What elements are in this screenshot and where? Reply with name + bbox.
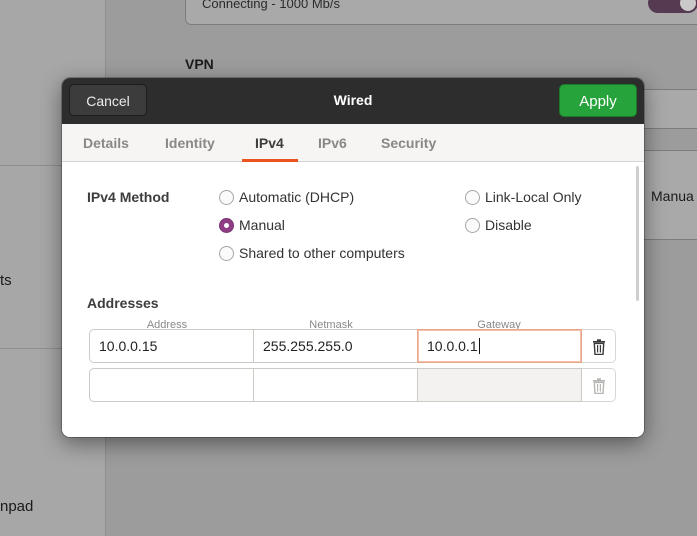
delete-address-button[interactable] (582, 368, 616, 402)
radio-disable-label[interactable]: Disable (485, 217, 532, 233)
radio-disable[interactable] (465, 218, 480, 233)
wired-toggle-switch[interactable] (648, 0, 697, 13)
radio-automatic-dhcp-label[interactable]: Automatic (DHCP) (239, 189, 354, 205)
apply-button[interactable]: Apply (559, 84, 637, 117)
scrollbar-thumb[interactable] (636, 166, 639, 301)
netmask-field[interactable] (253, 368, 418, 402)
radio-automatic-dhcp[interactable] (219, 190, 234, 205)
connection-status: Connecting - 1000 Mb/s (202, 0, 341, 11)
netmask-field[interactable]: 255.255.255.0 (253, 329, 418, 363)
address-value: 10.0.0.15 (99, 338, 158, 354)
gateway-field[interactable]: 10.0.0.1 (417, 329, 582, 363)
sidebar-item-partial[interactable]: ts (0, 272, 12, 289)
gateway-field[interactable] (417, 368, 582, 402)
delete-address-button[interactable] (582, 329, 616, 363)
address-field[interactable] (89, 368, 254, 402)
vpn-heading: VPN (185, 56, 214, 72)
tab-identity[interactable]: Identity (165, 135, 215, 151)
tab-ipv6[interactable]: IPv6 (318, 135, 347, 151)
tab-details[interactable]: Details (83, 135, 129, 151)
gateway-value: 10.0.0.1 (427, 338, 478, 354)
radio-shared[interactable] (219, 246, 234, 261)
radio-manual-label[interactable]: Manual (239, 217, 285, 233)
wired-status-panel: Connecting - 1000 Mb/s (185, 0, 697, 25)
radio-shared-label[interactable]: Shared to other computers (239, 245, 405, 261)
netmask-value: 255.255.255.0 (263, 338, 353, 354)
background-method-value: Manua (651, 188, 694, 204)
text-cursor (478, 338, 480, 354)
addresses-label: Addresses (87, 295, 159, 311)
ipv4-method-label: IPv4 Method (87, 189, 170, 205)
sidebar-item-partial[interactable]: npad (0, 498, 33, 515)
radio-manual[interactable] (219, 218, 234, 233)
wired-settings-dialog: Cancel Wired Apply Details Identity IPv4… (62, 78, 644, 437)
radio-link-local-label[interactable]: Link-Local Only (485, 189, 582, 205)
dialog-title: Wired (333, 92, 373, 108)
background-row-box (635, 89, 697, 129)
ipv4-settings-content: IPv4 Method Automatic (DHCP) Manual Shar… (62, 162, 644, 437)
tab-security[interactable]: Security (381, 135, 436, 151)
radio-link-local[interactable] (465, 190, 480, 205)
tab-bar: Details Identity IPv4 IPv6 Security (62, 124, 644, 162)
address-field[interactable]: 10.0.0.15 (89, 329, 254, 363)
tab-ipv4[interactable]: IPv4 (255, 135, 284, 151)
dialog-headerbar: Cancel Wired Apply (62, 78, 644, 124)
